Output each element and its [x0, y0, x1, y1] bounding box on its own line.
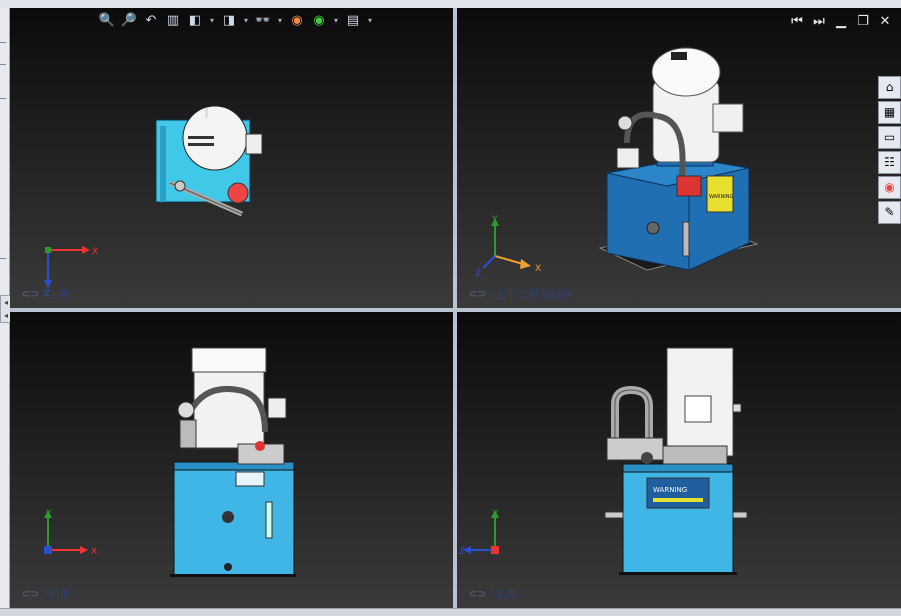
viewport-splitter-horizontal[interactable]	[10, 308, 901, 312]
axis-y-label: Y	[492, 509, 499, 519]
viewport-top[interactable]: 🔍 🔎 ↶ ▥ ◧ ▾ ◨ ▾ 👓 ▾ ◉ ◉ ▾ ▤ ▾ X Z ⊂⊃ *上视	[10, 8, 453, 308]
top-edge	[0, 0, 901, 8]
viewport-isometric[interactable]: ⏮ ⏭ ▁ ❐ ✕ ⌂ ▦ ▭ ☷ ◉ ✎ WARNING Y X Z ⊂⊃ *…	[457, 8, 901, 308]
link-icon: ⊂⊃	[22, 288, 39, 300]
axis-triad: Y X Z	[475, 215, 541, 278]
axis-x-label: X	[92, 247, 98, 257]
model-right-view: WARNING	[604, 347, 748, 575]
axis-x-label: X	[91, 547, 97, 557]
viewport-label-right[interactable]: ⊂⊃ *右视	[469, 586, 517, 602]
viewport-label-top[interactable]: ⊂⊃ *上视	[22, 286, 70, 302]
axis-z-label: Z	[475, 269, 481, 278]
viewport-label-isometric[interactable]: ⊂⊃ *上下二等角轴测	[469, 286, 572, 302]
axis-x-label: X	[535, 264, 541, 274]
axis-triad: Y Z	[459, 509, 499, 557]
axis-z-label: Z	[459, 547, 465, 557]
axis-y-label: Y	[491, 215, 498, 225]
axis-y-label: Y	[45, 509, 52, 519]
link-icon: ⊂⊃	[22, 588, 39, 600]
viewport-right[interactable]: WARNING Y Z ⊂⊃ *右视	[457, 312, 901, 608]
solidworks-window: ◂ ◂ 🔍 🔎 ↶ ▥ ◧ ▾ ◨ ▾ 👓 ▾ ◉ ◉ ▾ ▤ ▾ X Z ⊂⊃…	[0, 0, 901, 616]
warning-decal-text: WARNING	[653, 486, 687, 494]
warning-decal-text: WARNING	[709, 194, 734, 200]
viewport-label-front[interactable]: ⊂⊃ *前视	[22, 586, 70, 602]
model-front-view	[170, 347, 296, 577]
link-icon: ⊂⊃	[469, 588, 486, 600]
link-icon: ⊂⊃	[469, 288, 486, 300]
axis-triad: Y X	[44, 509, 97, 557]
viewport-front[interactable]: Y X ⊂⊃ *前视	[10, 312, 453, 608]
